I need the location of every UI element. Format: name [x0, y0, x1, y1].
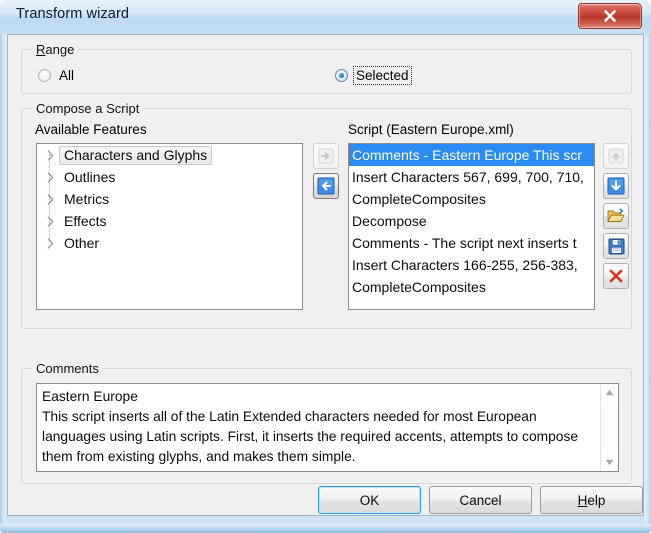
script-item[interactable]: Comments - The script next inserts t — [349, 232, 594, 254]
range-group-title: Range — [32, 42, 79, 57]
window-frame-bottom — [0, 524, 651, 533]
dialog-client-area: Range All Selected Compose a Script Avai… — [7, 34, 644, 516]
arrow-right-icon — [318, 148, 334, 164]
window-frame-left — [0, 34, 7, 533]
add-to-script-button[interactable] — [313, 143, 339, 169]
radio-selected-indicator — [335, 69, 348, 82]
script-item-selected[interactable]: Comments - Eastern Europe This scr — [349, 144, 594, 166]
available-features-list[interactable]: Characters and Glyphs Outlines Metrics Effe… — [36, 143, 303, 310]
script-item[interactable]: Decompose — [349, 210, 594, 232]
scroll-down-arrow-icon — [605, 459, 614, 466]
help-label-rest: elp — [587, 492, 606, 508]
comments-text-content: Eastern Europe This script inserts all o… — [42, 387, 588, 467]
chevron-right-icon[interactable] — [43, 193, 57, 205]
chevron-right-icon[interactable] — [43, 237, 57, 249]
folder-open-icon — [607, 208, 625, 222]
open-script-button[interactable] — [603, 203, 629, 229]
comments-scrollbar[interactable] — [600, 384, 618, 471]
radio-all-indicator — [38, 69, 51, 82]
comments-group-title: Comments — [32, 361, 103, 376]
save-script-button[interactable] — [603, 233, 629, 259]
available-features-label: Available Features — [35, 122, 147, 137]
comments-groupbox: Comments Eastern Europe This script inse… — [21, 361, 632, 484]
radio-range-selected[interactable]: Selected — [335, 66, 412, 85]
compose-script-groupbox: Compose a Script Available Features Char… — [21, 101, 632, 329]
scroll-up-arrow-icon — [605, 389, 614, 396]
ok-button[interactable]: OK — [318, 486, 421, 514]
ok-button-label: OK — [359, 492, 380, 508]
radio-all-label: All — [59, 68, 75, 83]
comments-scroll-track[interactable] — [601, 401, 618, 454]
dialog-window: Transform wizard Range All Selected Comp… — [0, 0, 651, 533]
range-title-rest: ange — [45, 42, 75, 57]
script-item[interactable]: Insert Characters 567, 699, 700, 710, — [349, 166, 594, 188]
floppy-save-icon — [608, 238, 624, 254]
delete-script-button[interactable] — [603, 263, 629, 289]
script-list-label: Script (Eastern Europe.xml) — [348, 122, 514, 137]
window-frame-right — [644, 34, 651, 533]
remove-from-script-button[interactable] — [313, 173, 339, 199]
cancel-button[interactable]: Cancel — [429, 486, 532, 514]
available-feature-label: Outlines — [64, 168, 116, 185]
available-feature-label: Metrics — [64, 190, 110, 207]
script-item[interactable]: Insert Characters 166-255, 256-383, — [349, 254, 594, 276]
available-feature-item[interactable]: Characters and Glyphs — [37, 144, 302, 166]
arrow-down-icon — [607, 177, 625, 195]
chevron-right-icon[interactable] — [43, 215, 57, 227]
move-down-button[interactable] — [603, 173, 629, 199]
red-x-delete-icon — [609, 269, 623, 283]
script-list[interactable]: Comments - Eastern Europe This scr Insert… — [348, 143, 595, 310]
help-accel-letter: H — [577, 492, 588, 508]
scroll-down-button[interactable] — [601, 454, 618, 471]
available-feature-label: Effects — [64, 212, 107, 229]
window-title: Transform wizard — [16, 6, 130, 22]
arrow-up-icon — [608, 148, 624, 164]
available-feature-item[interactable]: Metrics — [37, 188, 302, 210]
compose-group-title: Compose a Script — [32, 101, 144, 116]
radio-selected-label: Selected — [353, 66, 412, 85]
script-item[interactable]: CompleteComposites — [349, 276, 594, 298]
script-item[interactable]: CompleteComposites — [349, 188, 594, 210]
available-feature-item[interactable]: Outlines — [37, 166, 302, 188]
close-icon — [604, 10, 616, 22]
chevron-right-icon[interactable] — [43, 171, 57, 183]
arrow-left-icon — [317, 177, 335, 195]
available-feature-item[interactable]: Other — [37, 232, 302, 254]
move-up-button[interactable] — [603, 143, 629, 169]
cancel-button-label: Cancel — [459, 492, 502, 508]
available-feature-label: Other — [64, 234, 100, 251]
chevron-right-icon[interactable] — [43, 149, 57, 161]
available-feature-item[interactable]: Effects — [37, 210, 302, 232]
help-button[interactable]: Help — [540, 486, 643, 514]
radio-range-all[interactable]: All — [38, 67, 76, 84]
range-groupbox: Range All Selected — [21, 42, 632, 94]
comments-textarea[interactable]: Eastern Europe This script inserts all o… — [36, 383, 619, 472]
available-feature-label: Characters and Glyphs — [59, 145, 213, 165]
help-button-label: Help — [578, 493, 606, 508]
range-accel-letter: R — [36, 42, 46, 57]
title-bar: Transform wizard — [0, 0, 651, 34]
close-button[interactable] — [578, 3, 642, 29]
comments-line-2: This script inserts all of the Latin Ext… — [42, 409, 579, 464]
scroll-up-button[interactable] — [601, 384, 618, 401]
comments-line-1: Eastern Europe — [42, 389, 138, 404]
